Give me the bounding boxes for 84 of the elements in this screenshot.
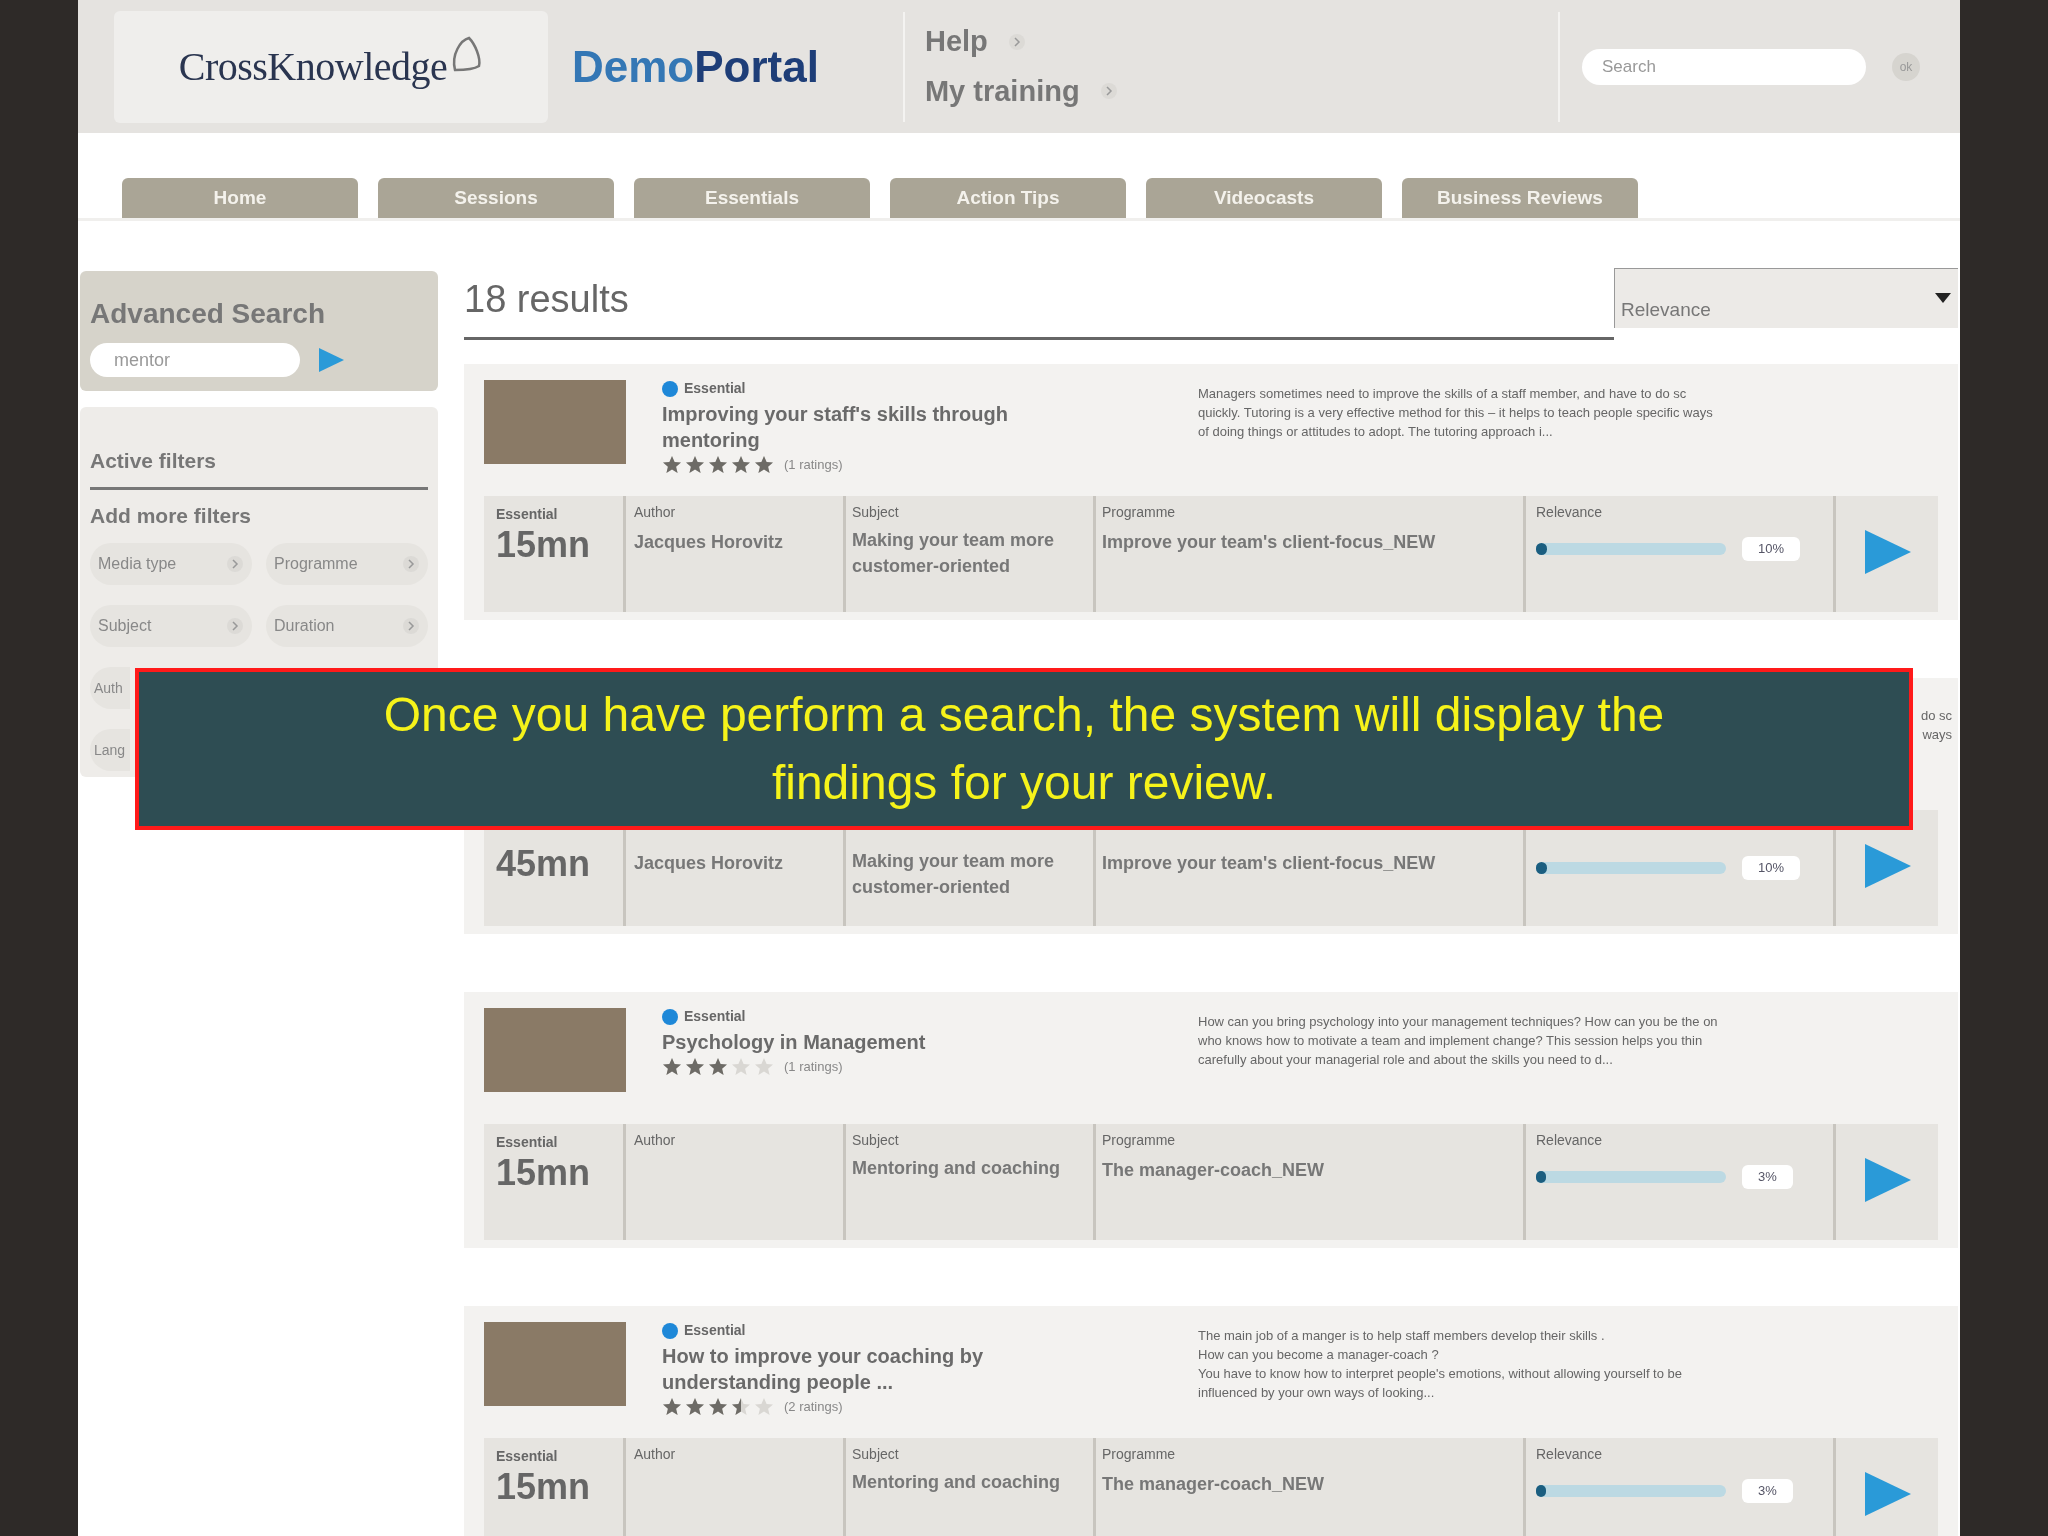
query-field[interactable]: mentor (90, 343, 300, 377)
description-line: influenced by your own ways of looking... (1198, 1384, 1436, 1402)
programme-value: The manager-coach_NEW (1102, 1473, 1326, 1496)
relevance-reading: 3% (1742, 1479, 1793, 1503)
filter-heading: Add more filters (90, 502, 253, 529)
type-label: Essential (496, 1133, 559, 1152)
subject-value: Mentoring and coaching (852, 1471, 1061, 1494)
chevron-icon (402, 617, 420, 635)
type-label: Essential (496, 505, 559, 524)
duration: 15mn (496, 1153, 592, 1193)
ratings-count: (1 ratings) (784, 456, 843, 475)
field-label: Author (634, 1445, 677, 1464)
chevron-icon (402, 555, 420, 573)
duration: 15mn (496, 1467, 592, 1507)
filter-pill[interactable]: Lang (90, 729, 130, 771)
description-line: Managers sometimes need to improve the skills of a staff member, and have to do sc (1198, 385, 1688, 403)
nav-tab[interactable]: Essentials (634, 178, 870, 218)
go-arrow-icon[interactable] (316, 345, 346, 375)
type-label: Essential (496, 1447, 559, 1466)
duration: 45mn (496, 844, 592, 884)
description-line: How can you bring psychology into your management techniques? How can you be the on (1198, 1013, 1719, 1031)
author-name: Jacques Horovitz (634, 531, 785, 554)
description-line: quickly. Tutoring is a very effective method for this – it helps to teach people specific ways (1198, 404, 1714, 422)
programme-value: Improve your team's client-focus_NEW (1102, 852, 1437, 875)
field-label: Author (634, 503, 677, 522)
description-line: who knows how to motivate a team and implement change? This session helps you thin (1198, 1032, 1704, 1050)
nav-tab[interactable]: Sessions (378, 178, 614, 218)
programme-value: The manager-coach_NEW (1102, 1159, 1326, 1182)
result-title[interactable]: How to improve your coaching by understanding people ... (662, 1343, 1062, 1395)
field-label: Programme (1102, 1445, 1177, 1464)
nav-tab[interactable]: Videocasts (1146, 178, 1382, 218)
result-title[interactable]: Psychology in Management (662, 1029, 1062, 1055)
field-label: Relevance (1536, 1445, 1604, 1464)
ratings-count: (1 ratings) (784, 1058, 843, 1077)
result-title[interactable]: Improving your staff's skills through mentoring (662, 401, 1062, 453)
filter-heading: Active filters (90, 445, 428, 490)
sort-dropdown[interactable]: Relevance (1614, 268, 1958, 328)
author-name: Jacques Horovitz (634, 852, 785, 875)
description-line: You have to know how to interpret people's emotions, without allowing yourself to be (1198, 1365, 1683, 1383)
field-label: Subject (852, 503, 900, 522)
content-type: Essential (684, 1321, 746, 1340)
chevron-icon (1099, 82, 1118, 101)
field-label: Relevance (1536, 503, 1604, 522)
field-label: Programme (1102, 503, 1177, 522)
subject-value: Mentoring and coaching (852, 1157, 1061, 1180)
caption-banner: Once you have perform a search, the system will display the findings for your review. (135, 668, 1913, 830)
chevron-icon (226, 617, 244, 635)
filter-label[interactable]: Subject (98, 614, 152, 638)
header-link[interactable]: My training (924, 69, 1080, 113)
description-line: How can you become a manager-coach ? (1198, 1346, 1440, 1364)
subject-value: Making your team more customer-oriented (852, 850, 1056, 899)
field-label: Author (634, 1131, 677, 1150)
header-link[interactable]: Help (924, 20, 988, 64)
description-line: do sc (1920, 707, 1952, 725)
duration: 15mn (496, 525, 592, 565)
relevance-reading: 3% (1742, 1165, 1793, 1189)
description-line: The main job of a manger is to help staff members develop their skills . (1198, 1327, 1606, 1345)
relevance-reading: 10% (1742, 537, 1801, 561)
chevron-icon (226, 555, 244, 573)
ratings-count: (2 ratings) (784, 1398, 843, 1417)
field-label: Relevance (1536, 1131, 1604, 1150)
description-line: carefully about your managerial role and about the skills you need to d... (1198, 1051, 1614, 1069)
search-button[interactable]: ok (1892, 52, 1920, 81)
programme-value: Improve your team's client-focus_NEW (1102, 531, 1437, 554)
nav-tab[interactable]: Home (122, 178, 358, 218)
relevance-reading: 10% (1742, 856, 1801, 880)
portal-title: DemoPortal (572, 40, 819, 93)
field-label: Subject (852, 1131, 900, 1150)
content-type: Essential (684, 1007, 746, 1026)
description-line: ways (1922, 726, 1952, 744)
content-type: Essential (684, 379, 746, 398)
subject-value: Making your team more customer-oriented (852, 529, 1056, 578)
field-label: Programme (1102, 1131, 1177, 1150)
field-label: Subject (852, 1445, 900, 1464)
nav-tab[interactable]: Action Tips (890, 178, 1126, 218)
panel-title: Advanced Search (90, 297, 326, 331)
results-count: 18 results (464, 277, 629, 322)
caret-icon (1934, 292, 1952, 304)
nav-tab[interactable]: Business Reviews (1402, 178, 1638, 218)
filter-pill[interactable]: Auth (90, 667, 130, 709)
description-line: of doing things or attitudes to adopt. The tutoring approach i... (1198, 423, 1554, 441)
search-field[interactable]: Search (1582, 48, 1866, 85)
logo-text: CrossKnowledge (178, 42, 448, 91)
chevron-icon (1007, 32, 1026, 51)
